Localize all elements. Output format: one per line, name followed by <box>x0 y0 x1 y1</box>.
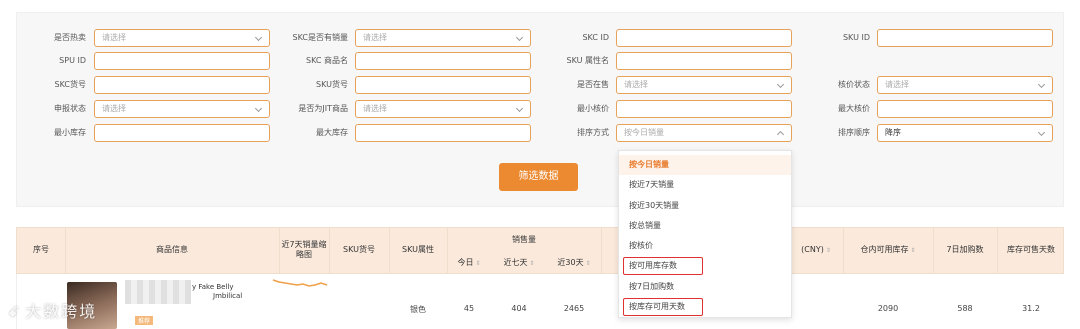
sort-option-30d[interactable]: 按近30天销量 <box>619 196 791 216</box>
th-trend: 近7天销量缩略图 <box>281 240 327 259</box>
th-sales: 销售量 <box>512 235 536 244</box>
sort-icon: ⇕ <box>825 247 831 254</box>
cell-cart7: 588 <box>957 304 973 313</box>
filter-label-sort-order: 排序顺序 <box>838 128 870 137</box>
watermark: ꗃ 大数跨境 <box>8 302 98 321</box>
sort-icon: ⇕ <box>529 260 535 267</box>
sort-icon: ⇕ <box>910 247 916 254</box>
filter-label-skc-sales: SKC是否有销量 <box>292 33 348 42</box>
skc-sales-select[interactable]: 请选择 <box>355 29 531 47</box>
th-today[interactable]: 今日 ⇕ <box>447 258 491 269</box>
filter-label-skc-name: SKC 商品名 <box>305 56 348 65</box>
th-30d[interactable]: 近30天 ⇕ <box>547 258 601 269</box>
th-sku-code: SKU货号 <box>343 245 375 254</box>
filter-label-sort-by: 排序方式 <box>577 128 609 137</box>
cell-sku-attr: 银色 <box>410 305 426 314</box>
cell-warehouse: 2090 <box>877 304 899 313</box>
sort-option-price[interactable]: 按核价 <box>619 236 791 256</box>
sales-trend-sparkline <box>272 279 328 287</box>
sku-attr-input[interactable] <box>616 52 792 70</box>
skc-id-input[interactable] <box>616 29 792 47</box>
sort-by-dropdown: 按今日销量 按近7天销量 按近30天销量 按总销量 按核价 按可用库存数 按7日… <box>618 150 792 318</box>
cell-30d: 2465 <box>563 304 585 313</box>
th-index: 序号 <box>33 245 49 254</box>
th-cart7: 7日加购数 <box>946 245 984 254</box>
sort-option-total[interactable]: 按总销量 <box>619 216 791 236</box>
th-product: 商品信息 <box>156 245 188 254</box>
filter-label-price-status: 核价状态 <box>838 80 870 89</box>
product-tag: 推荐 <box>135 316 154 325</box>
sku-code-input[interactable] <box>355 76 531 94</box>
sort-option-stock-days[interactable]: 按库存可用天数 <box>619 297 791 317</box>
th-sku-attr: SKU属性 <box>402 245 434 254</box>
jit-select[interactable]: 请选择 <box>355 100 531 118</box>
max-stock-input[interactable] <box>355 124 531 142</box>
th-7d[interactable]: 近七天 ⇕ <box>491 258 547 269</box>
sort-option-today[interactable]: 按今日销量 <box>619 155 791 176</box>
declare-select[interactable]: 请选择 <box>94 100 270 118</box>
cell-today: 45 <box>463 304 475 313</box>
filter-submit-button[interactable]: 筛选数据 <box>499 163 578 191</box>
max-price-input[interactable] <box>877 100 1053 118</box>
th-price[interactable]: (CNY) ⇕ <box>793 245 839 256</box>
filter-label-skc-code: SKC货号 <box>54 80 86 89</box>
filter-label-spu-id: SPU ID <box>59 56 86 65</box>
pixelated-title <box>125 280 191 304</box>
product-title-line1[interactable]: y Fake Belly <box>192 282 234 292</box>
min-stock-input[interactable] <box>94 124 270 142</box>
filter-label-on-sale: 是否在售 <box>577 80 609 89</box>
filter-label-jit: 是否为JIT商品 <box>298 104 348 113</box>
filter-label-sku-id: SKU ID <box>842 33 870 42</box>
filter-label-hot: 是否热卖 <box>54 33 86 42</box>
cell-stock-days: 31.2 <box>1022 304 1040 313</box>
filter-label-declare: 申报状态 <box>54 104 86 113</box>
filter-label-max-price: 最大核价 <box>838 104 870 113</box>
sort-order-select[interactable]: 降序 <box>877 124 1053 142</box>
sort-option-available-stock[interactable]: 按可用库存数 <box>619 256 791 276</box>
sort-icon: ⇕ <box>585 260 591 267</box>
on-sale-select[interactable]: 请选择 <box>616 76 792 94</box>
th-warehouse[interactable]: 仓内可用库存 ⇕ <box>843 245 933 256</box>
logo-icon: ꗃ <box>8 305 22 321</box>
filter-label-min-stock: 最小库存 <box>54 128 86 137</box>
filter-label-skc-id: SKC ID <box>582 33 609 42</box>
filter-label-sku-code: SKU货号 <box>316 80 348 89</box>
cell-7d: 404 <box>511 304 527 313</box>
sku-id-input[interactable] <box>877 29 1053 47</box>
sort-option-cart7[interactable]: 按7日加购数 <box>619 277 791 297</box>
th-stock-days: 库存可售天数 <box>1007 245 1055 254</box>
sort-by-select[interactable]: 按今日销量 <box>616 124 792 142</box>
product-title-line2: Jmbilical <box>213 292 243 300</box>
table-row: y Fake Belly Jmbilical 推荐 银色 45 404 2465… <box>16 274 1064 329</box>
sort-option-7d[interactable]: 按近7天销量 <box>619 175 791 195</box>
filter-label-sku-attr: SKU 属性名 <box>566 56 609 65</box>
price-status-select[interactable]: 请选择 <box>877 76 1053 94</box>
table-header: 序号 商品信息 近7天销量缩略图 SKU货号 SKU属性 销售量 今日 ⇕ 近七天… <box>16 227 1064 274</box>
filter-label-min-price: 最小核价 <box>577 104 609 113</box>
skc-name-input[interactable] <box>355 52 531 70</box>
skc-code-input[interactable] <box>94 76 270 94</box>
filter-label-max-stock: 最大库存 <box>316 128 348 137</box>
min-price-input[interactable] <box>616 100 792 118</box>
sort-icon: ⇕ <box>475 260 481 267</box>
hot-select[interactable]: 请选择 <box>94 29 270 47</box>
spu-id-input[interactable] <box>94 52 270 70</box>
